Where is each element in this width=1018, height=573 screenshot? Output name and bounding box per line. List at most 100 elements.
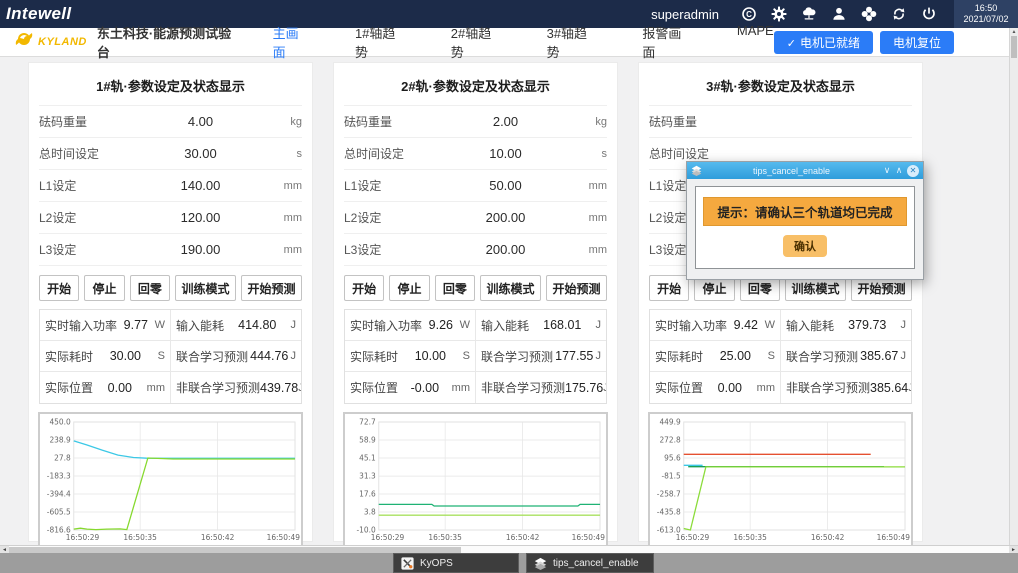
param-label: 总时间设定 [39, 145, 127, 162]
param-value-field[interactable]: 2.00 [432, 114, 579, 129]
power-icon[interactable] [920, 6, 937, 23]
param-value-field[interactable]: 200.00 [432, 210, 579, 225]
param-label: 砝码重量 [344, 113, 432, 130]
close-button[interactable]: ✕ [907, 165, 919, 177]
scroll-up-arrow-icon[interactable]: ▲ [1010, 28, 1018, 36]
maximize-button[interactable]: ∧ [893, 166, 905, 175]
svg-text:16:50:29: 16:50:29 [371, 533, 405, 542]
panel-title: 2#轨·参数设定及状态显示 [334, 63, 617, 105]
param-row: 砝码重量 [649, 106, 912, 138]
stop-button[interactable]: 停止 [389, 275, 429, 301]
status-row: 实际耗时30.00S 联合学习预测444.76J [40, 341, 301, 372]
param-value-field[interactable]: 4.00 [127, 114, 274, 129]
date-label: 2021/07/02 [954, 14, 1018, 25]
horizontal-scrollbar[interactable]: ◄ ► [0, 545, 1018, 553]
status-row: 实时输入功率9.77W 输入能耗414.80J [40, 310, 301, 341]
svg-text:95.6: 95.6 [664, 453, 681, 462]
param-label: 总时间设定 [344, 145, 432, 162]
param-row: 砝码重量2.00kg [344, 106, 607, 138]
param-value-field[interactable]: 50.00 [432, 178, 579, 193]
param-unit: kg [274, 116, 302, 128]
start-predict-button[interactable]: 开始预测 [546, 275, 607, 301]
status-cell: 实际位置0.00mm [40, 372, 171, 403]
param-value-field[interactable]: 200.00 [432, 242, 579, 257]
param-row: 砝码重量4.00kg [39, 106, 302, 138]
status-cell: 实际位置0.00mm [650, 372, 781, 403]
kyops-logo-icon [401, 557, 414, 570]
status-cell: 输入能耗379.73J [781, 310, 911, 340]
apps-clover-icon[interactable] [860, 6, 877, 23]
param-unit: mm [579, 180, 607, 192]
svg-text:16:50:49: 16:50:49 [267, 533, 301, 542]
svg-text:16:50:35: 16:50:35 [123, 533, 157, 542]
param-value-field[interactable]: 120.00 [127, 210, 274, 225]
dialog-body: 提示：请确认三个轨道均已完成 确认 [687, 179, 923, 279]
param-label: L1设定 [39, 177, 127, 194]
motor-reset-button[interactable]: 电机复位 [880, 31, 954, 54]
svg-text:3.8: 3.8 [364, 507, 376, 516]
brand: KYLAND 东土科技·能源预测试验台 [14, 23, 237, 61]
sync-icon[interactable] [890, 6, 907, 23]
vertical-scroll-thumb[interactable] [1011, 36, 1017, 58]
control-buttons: 开始 停止 回零 训练模式 开始预测 [39, 275, 302, 301]
svg-text:45.1: 45.1 [359, 453, 376, 462]
trend-chart-svg: 449.9272.895.6-81.5-258.7-435.8-613.016:… [650, 414, 911, 546]
train-mode-button[interactable]: 训练模式 [480, 275, 541, 301]
taskbar: KyOPS tips_cancel_enable [0, 553, 1018, 573]
vertical-scrollbar[interactable]: ▲ [1009, 28, 1018, 545]
status-row: 实时输入功率9.42W 输入能耗379.73J [650, 310, 911, 341]
status-cell: 输入能耗414.80J [171, 310, 301, 340]
return-zero-button[interactable]: 回零 [435, 275, 475, 301]
train-mode-button[interactable]: 训练模式 [175, 275, 236, 301]
taskbar-item-tips-cancel-enable[interactable]: tips_cancel_enable [526, 553, 654, 573]
svg-text:450.0: 450.0 [49, 417, 71, 426]
start-predict-button[interactable]: 开始预测 [241, 275, 302, 301]
svg-text:-81.5: -81.5 [662, 471, 681, 480]
status-cell: 非联合学习预测385.64J [781, 372, 911, 403]
svg-text:449.9: 449.9 [659, 417, 681, 426]
svg-text:-183.3: -183.3 [47, 471, 71, 480]
status-cell: 联合学习预测444.76J [171, 341, 301, 371]
start-button[interactable]: 开始 [39, 275, 79, 301]
user-icon[interactable] [830, 6, 847, 23]
svg-text:-258.7: -258.7 [657, 489, 681, 498]
svg-text:72.7: 72.7 [359, 417, 376, 426]
start-button[interactable]: 开始 [649, 275, 689, 301]
control-buttons: 开始 停止 回零 训练模式 开始预测 [344, 275, 607, 301]
cloud-network-icon[interactable] [800, 6, 817, 23]
start-button[interactable]: 开始 [344, 275, 384, 301]
param-label: 砝码重量 [649, 113, 737, 130]
confirm-button[interactable]: 确认 [783, 235, 827, 257]
param-row: L2设定120.00mm [39, 202, 302, 234]
param-unit: mm [274, 244, 302, 256]
layers-icon [691, 165, 702, 176]
status-cell: 非联合学习预测439.78J [171, 372, 301, 403]
param-value-field[interactable]: 190.00 [127, 242, 274, 257]
trend-chart: 450.0238.927.8-183.3-394.4-605.5-816.616… [38, 412, 303, 548]
param-unit: mm [579, 244, 607, 256]
status-row: 实际位置-0.00mm 非联合学习预测175.76J [345, 372, 606, 403]
trend-chart-svg: 72.758.945.131.317.63.8-10.016:50:2916:5… [345, 414, 606, 546]
svg-text:-394.4: -394.4 [47, 489, 71, 498]
motor-ready-button[interactable]: ✓电机已就绪 [774, 31, 873, 54]
return-zero-button[interactable]: 回零 [130, 275, 170, 301]
status-table: 实时输入功率9.42W 输入能耗379.73J 实际耗时25.00S 联合学习预… [649, 309, 912, 404]
param-value-field[interactable]: 10.00 [432, 146, 579, 161]
taskbar-item-kyops[interactable]: KyOPS [393, 553, 519, 573]
status-cell: 联合学习预测385.67J [781, 341, 911, 371]
minimize-button[interactable]: ∨ [881, 166, 893, 175]
param-row: L3设定200.00mm [344, 234, 607, 266]
param-label: L3设定 [39, 241, 127, 258]
dialog-titlebar[interactable]: tips_cancel_enable ∨ ∧ ✕ [687, 162, 923, 179]
param-value-field[interactable]: 140.00 [127, 178, 274, 193]
status-table: 实时输入功率9.26W 输入能耗168.01J 实际耗时10.00S 联合学习预… [344, 309, 607, 404]
param-row: L2设定200.00mm [344, 202, 607, 234]
svg-text:16:50:29: 16:50:29 [676, 533, 710, 542]
param-unit: kg [579, 116, 607, 128]
stop-button[interactable]: 停止 [84, 275, 124, 301]
app-title: 东土科技·能源预测试验台 [97, 23, 237, 61]
status-cell: 实际耗时10.00S [345, 341, 476, 371]
track3-panel: 3#轨·参数设定及状态显示 砝码重量 总时间设定 L1设定 L2设定90.00m… [638, 62, 923, 542]
param-value-field[interactable]: 30.00 [127, 146, 274, 161]
track2-panel: 2#轨·参数设定及状态显示 砝码重量2.00kg 总时间设定10.00s L1设… [333, 62, 618, 542]
